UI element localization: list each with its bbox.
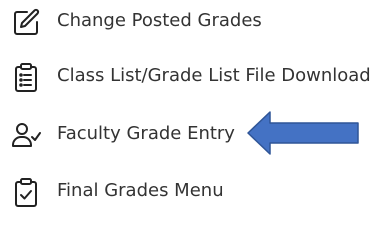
edit-icon: [10, 6, 42, 38]
menu-item-class-list-download[interactable]: Class List/Grade List File Download: [0, 55, 372, 99]
blue-arrow-annotation: [246, 110, 360, 156]
clipboard-check-icon: [10, 176, 42, 208]
menu-item-label: Class List/Grade List File Download: [57, 65, 371, 86]
clipboard-list-icon: [10, 61, 42, 93]
menu-item-change-posted-grades[interactable]: Change Posted Grades: [0, 0, 372, 44]
menu-item-label: Change Posted Grades: [57, 10, 262, 31]
menu-item-label: Final Grades Menu: [57, 180, 224, 201]
menu-item-label: Faculty Grade Entry: [57, 123, 235, 144]
menu-item-final-grades-menu[interactable]: Final Grades Menu: [0, 170, 372, 214]
user-check-icon: [10, 119, 42, 151]
